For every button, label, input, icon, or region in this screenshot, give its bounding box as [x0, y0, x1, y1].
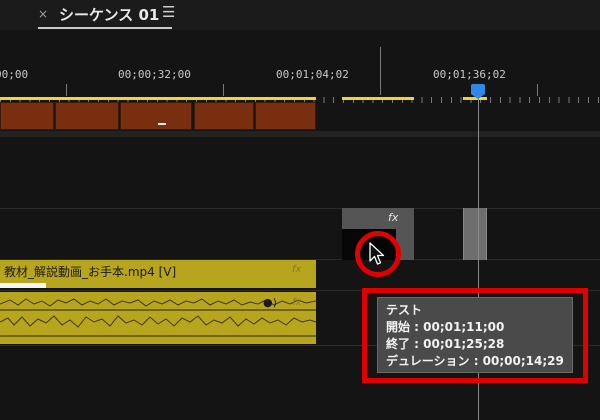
- clip-thumbnail: [194, 102, 254, 130]
- ruler-timecode: 00;00;32;00: [118, 68, 191, 81]
- ruler-timecode: 00;01;04;02: [276, 68, 349, 81]
- video-clip-label: 教材_解説動画_お手本.mp4 [V]: [4, 265, 177, 279]
- clip-fx-badge[interactable]: fx: [292, 264, 301, 275]
- active-tab-indicator: [38, 27, 172, 29]
- close-tab-icon[interactable]: ×: [38, 7, 48, 21]
- tooltip-start: 開始 : 00;01;11;00: [386, 320, 505, 334]
- clip-thumbnail: [0, 102, 54, 130]
- clip-thumbnail: [120, 102, 192, 130]
- ruler-major-tick: [223, 84, 224, 96]
- clip-thumbnail: [55, 102, 119, 130]
- playhead-handle[interactable]: [471, 84, 485, 94]
- track-divider: [0, 131, 600, 137]
- ruler-timecode: 00;00: [0, 68, 29, 81]
- tooltip-duration: デュレーション : 00;00;14;29: [386, 354, 564, 368]
- track-divider: [0, 208, 600, 209]
- clip-info-tooltip: テスト 開始 : 00;01;11;00 終了 : 00;01;25;28 デュ…: [377, 297, 573, 373]
- ruler-major-tick: [66, 84, 67, 96]
- sequence-tab-title[interactable]: シーケンス 01: [59, 4, 159, 25]
- speaker-icon: ●): [263, 296, 277, 309]
- clip-fx-badge[interactable]: fx: [388, 211, 398, 224]
- clip-thumbnail: [255, 102, 316, 130]
- mouse-cursor-icon: [369, 242, 385, 265]
- clip-fx-badge[interactable]: fx: [292, 297, 301, 308]
- ruler-major-tick: [537, 84, 538, 96]
- clip-thumbnail-strip: [0, 283, 46, 288]
- playhead-tip: [471, 94, 485, 99]
- ruler-timecode: 00;01;36;02: [433, 68, 506, 81]
- work-area-bar[interactable]: [0, 97, 316, 100]
- work-area-bar[interactable]: [342, 97, 414, 100]
- panel-menu-icon[interactable]: ☰: [162, 3, 175, 21]
- tooltip-clip-name: テスト: [386, 303, 423, 317]
- adjacent-clip[interactable]: [463, 208, 487, 260]
- tooltip-end: 終了 : 00;01;25;28: [386, 337, 505, 351]
- ruler-major-tick: [380, 47, 381, 95]
- thumbnail-marker: [158, 123, 166, 125]
